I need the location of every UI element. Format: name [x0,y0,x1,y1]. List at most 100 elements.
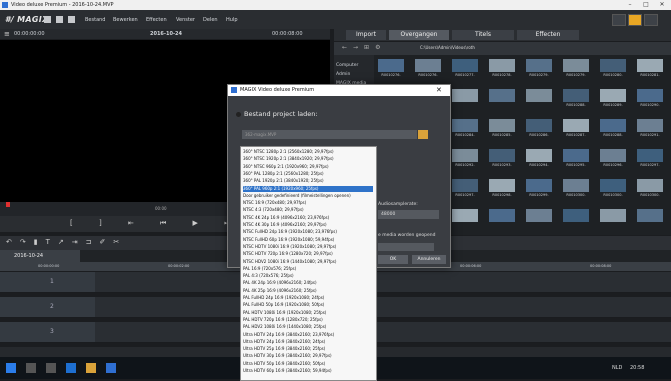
format-option[interactable]: 360° NTSC 1280p 2:1 (2560x1280; 29,97fps… [243,149,373,156]
menu-effecten[interactable]: Effecten [146,17,167,23]
media-thumbnail[interactable] [563,209,589,222]
media-thumbnail[interactable] [526,59,552,72]
format-option[interactable]: NTSC 4K 24p 16:9 (4096x2160; 23,976fps) [243,215,373,222]
format-option[interactable]: Door gebruiker gedefinieerd (filmeistell… [243,193,373,200]
clock[interactable]: 20:58 [630,365,644,371]
media-thumbnail[interactable] [452,119,478,132]
format-option[interactable]: 360° PAL 1920p 2:1 (3840x1920; 25fps) [243,178,373,185]
media-thumbnail[interactable] [452,149,478,162]
media-thumbnail[interactable] [489,119,515,132]
media-thumbnail[interactable] [563,59,589,72]
minimize-button[interactable]: – [622,0,638,10]
media-thumbnail[interactable] [415,59,441,72]
media-thumbnail[interactable] [489,89,515,102]
tab-import[interactable]: Import [346,30,386,40]
media-thumbnail[interactable] [526,179,552,192]
format-option[interactable]: NTSC FullHD 60p 16:9 (1920x1080; 59,94fp… [243,237,373,244]
help-icon[interactable] [644,14,658,26]
media-thumbnail[interactable] [600,89,626,102]
magix-taskbar-icon[interactable] [106,363,116,373]
media-thumbnail[interactable] [452,209,478,222]
format-option[interactable]: NTSC HDTV 1080i 16:9 (1920x1080; 29,97fp… [243,244,373,251]
ok-button[interactable]: OK [378,255,408,264]
menu-delen[interactable]: Delen [203,17,218,23]
format-option[interactable]: 360° NTSC 960p 2:1 (1920x960; 29,97fps) [243,164,373,171]
file-icon[interactable] [44,16,51,23]
format-option[interactable]: PAL FullHD 50p 16:9 (1920x1080; 50fps) [243,302,373,309]
format-option[interactable]: NTSC 16:9 (720x480; 29,97fps) [243,200,373,207]
tree-item[interactable]: Admin [336,72,350,77]
media-thumbnail[interactable] [637,179,663,192]
search-icon[interactable] [26,363,36,373]
media-thumbnail[interactable] [452,89,478,102]
preview-menu-icon[interactable]: ≡ [4,30,10,38]
media-thumbnail[interactable] [637,59,663,72]
menu-venster[interactable]: Venster [176,17,195,23]
format-option[interactable]: PAL HDTV 1080i 16:9 (1920x1080; 25fps) [243,310,373,317]
path-text[interactable]: C:\Users\Admin\Videos\roth [420,45,475,50]
maximize-button[interactable]: □ [638,0,654,10]
format-option[interactable]: NTSC 4K 30p 16:9 (4096x2160; 29,97fps) [243,222,373,229]
menu-hulp[interactable]: Hulp [226,17,238,23]
audio-select[interactable]: 48000 [378,210,439,219]
format-option[interactable]: PAL 4:3 (720x576; 25fps) [243,273,373,280]
media-thumbnail[interactable] [526,209,552,222]
format-option[interactable]: Ultra HDTV 60p 16:9 (3840x2160; 59,94fps… [243,368,373,375]
tab-effecten[interactable]: Effecten [517,30,579,40]
tab-overgangen[interactable]: Overgangen [389,30,449,40]
media-thumbnail[interactable] [489,59,515,72]
media-thumbnail[interactable] [378,59,404,72]
tree-item[interactable]: Computer [336,63,358,68]
start-icon[interactable] [6,363,16,373]
edge-icon[interactable] [66,363,76,373]
format-option[interactable]: NTSC HDTV 720p 16:9 (1280x720; 29,97fps) [243,251,373,258]
media-thumbnail[interactable] [526,119,552,132]
explorer-icon[interactable] [86,363,96,373]
format-option[interactable]: Ultra HDTV 50p 16:9 (3840x2160; 50fps) [243,361,373,368]
menu-bestand[interactable]: Bestand [85,17,105,23]
media-thumbnail[interactable] [452,59,478,72]
media-thumbnail[interactable] [600,59,626,72]
language-indicator[interactable]: NLD [612,365,622,371]
media-thumbnail[interactable] [600,209,626,222]
nav-icons[interactable]: ←→⊞⚙ [342,44,386,51]
tab-titels[interactable]: Titels [452,30,514,40]
menu-bewerken[interactable]: Bewerken [113,17,138,23]
media-thumbnail[interactable] [563,149,589,162]
media-thumbnail[interactable] [452,179,478,192]
media-thumbnail[interactable] [526,149,552,162]
edit-tool-icons[interactable]: ↶↷▮T↗⇥⊐✐✂ [6,238,127,246]
format-option[interactable]: Ultra HDTV 30p 16:9 (3840x2160; 29,97fps… [243,353,373,360]
dialog-close-icon[interactable]: ✕ [436,86,442,94]
format-option[interactable]: 360° NTSC 1920p 2:1 (3840x1920; 29,97fps… [243,156,373,163]
format-option[interactable]: 360° PAL 960p 2:1 (1920x960; 25fps) [243,185,373,193]
media-thumbnail[interactable] [600,179,626,192]
cancel-button[interactable]: Annuleren [412,255,446,264]
media-thumbnail[interactable] [563,89,589,102]
media-thumbnail[interactable] [563,119,589,132]
format-option[interactable]: Ultra HDTV 24p 16:9 (3840x2160; 24fps) [243,339,373,346]
store-icon[interactable] [612,14,626,26]
media-thumbnail[interactable] [563,179,589,192]
media-thumbnail[interactable] [526,89,552,102]
format-option[interactable]: PAL 4K 25p 16:9 (4096x2160; 25fps) [243,288,373,295]
format-option[interactable]: PAL 4K 24p 16:9 (4096x2160; 24fps) [243,280,373,287]
media-thumbnail[interactable] [637,89,663,102]
media-thumbnail[interactable] [489,179,515,192]
media-thumbnail[interactable] [489,149,515,162]
browse-folder-icon[interactable] [418,130,428,139]
media-thumbnail[interactable] [489,209,515,222]
format-option[interactable]: NTSC FullHD 24p 16:9 (1920x1080; 23,976f… [243,229,373,236]
format-option[interactable]: Ultra HDTV 24p 16:9 (3840x2160; 23,976fp… [243,332,373,339]
close-button[interactable]: ✕ [654,0,670,10]
format-option[interactable]: NTSC HDV2 1080i 16:9 (1440x1080; 29,97fp… [243,259,373,266]
format-option[interactable]: PAL HDV2 1080i 16:9 (1440x1080; 25fps) [243,324,373,331]
format-option[interactable]: PAL HDTV 720p 16:9 (1280x720; 25fps) [243,317,373,324]
format-dropdown-list[interactable]: 360° NTSC 1280p 2:1 (2560x1280; 29,97fps… [240,146,377,381]
playhead-marker[interactable] [6,202,10,207]
format-option[interactable]: NTSC 4:3 (720x480; 29,97fps) [243,207,373,214]
folder-icon[interactable] [56,16,63,23]
format-option[interactable]: 360° PAL 1280p 2:1 (2560x1280; 25fps) [243,171,373,178]
save-icon[interactable] [68,16,75,23]
media-thumbnail[interactable] [600,149,626,162]
